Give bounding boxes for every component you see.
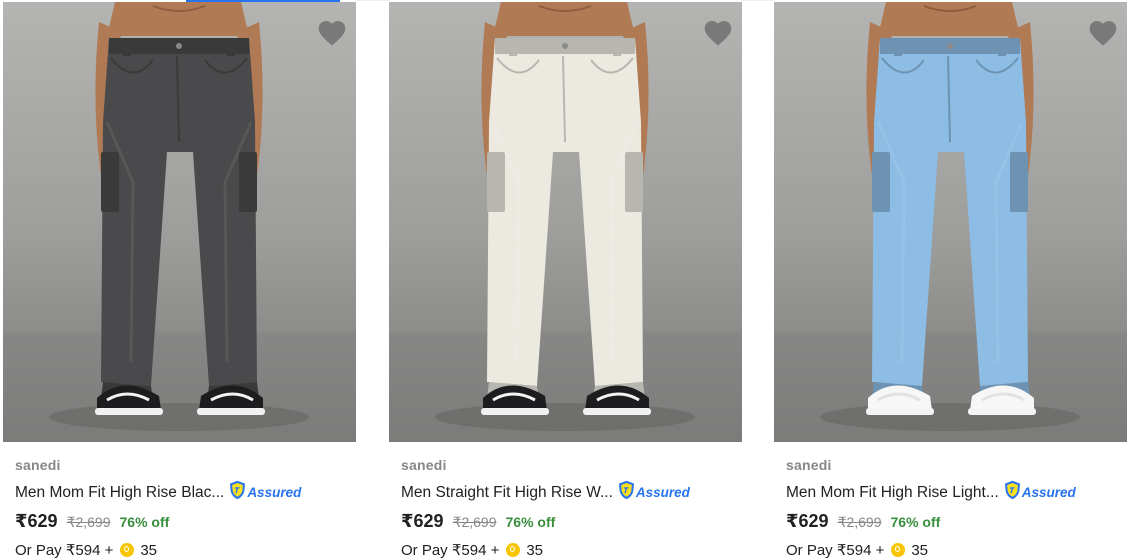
assured-label: Assured (1021, 485, 1076, 500)
product-title[interactable]: Men Straight Fit High Rise W... (401, 484, 613, 502)
supercoin-offer: Or Pay ₹594 + 35 (401, 541, 543, 559)
product-title[interactable]: Men Mom Fit High Rise Light... (786, 484, 999, 502)
price-row: ₹629 ₹2,699 76% off (15, 511, 169, 532)
product-image[interactable] (389, 2, 742, 442)
heart-icon[interactable] (316, 18, 348, 48)
product-card[interactable]: sanedi Men Straight Fit High Rise W... A… (389, 0, 742, 559)
heart-icon[interactable] (702, 18, 734, 48)
product-title-row[interactable]: Men Mom Fit High Rise Blac... Assured (15, 480, 301, 505)
price-row: ₹629 ₹2,699 76% off (401, 511, 555, 532)
product-image[interactable] (3, 2, 356, 442)
product-brand: sanedi (786, 457, 832, 473)
assured-shield-icon (618, 480, 635, 505)
original-price: ₹2,699 (66, 514, 111, 530)
assured-badge: Assured (618, 480, 690, 505)
discount-label: 76% off (119, 514, 170, 530)
product-image[interactable] (774, 2, 1127, 442)
selling-price: ₹629 (401, 511, 444, 531)
discount-label: 76% off (505, 514, 556, 530)
pay-prefix: Or Pay ₹594 + (15, 542, 114, 559)
heart-icon[interactable] (1087, 18, 1119, 48)
pay-prefix: Or Pay ₹594 + (401, 542, 500, 559)
supercoin-offer: Or Pay ₹594 + 35 (786, 541, 928, 559)
product-card[interactable]: sanedi Men Mom Fit High Rise Blac... Ass… (3, 0, 356, 559)
supercoin-offer: Or Pay ₹594 + 35 (15, 541, 157, 559)
assured-label: Assured (247, 485, 302, 500)
coin-count: 35 (911, 541, 929, 559)
coin-count: 35 (526, 541, 544, 559)
divider (741, 0, 774, 1)
product-title[interactable]: Men Mom Fit High Rise Blac... (15, 484, 224, 502)
product-title-row[interactable]: Men Mom Fit High Rise Light... Assured (786, 480, 1076, 505)
original-price: ₹2,699 (837, 514, 882, 530)
coin-count: 35 (140, 541, 158, 559)
selling-price: ₹629 (786, 511, 829, 531)
discount-label: 76% off (890, 514, 941, 530)
pay-prefix: Or Pay ₹594 + (786, 542, 885, 559)
price-row: ₹629 ₹2,699 76% off (786, 511, 940, 532)
assured-badge: Assured (229, 480, 301, 505)
product-brand: sanedi (15, 457, 61, 473)
original-price: ₹2,699 (452, 514, 497, 530)
product-card[interactable]: sanedi Men Mom Fit High Rise Light... As… (774, 0, 1127, 559)
product-title-row[interactable]: Men Straight Fit High Rise W... Assured (401, 480, 690, 505)
assured-label: Assured (635, 485, 690, 500)
selling-price: ₹629 (15, 511, 58, 531)
assured-shield-icon (229, 480, 246, 505)
product-brand: sanedi (401, 457, 447, 473)
assured-shield-icon (1004, 480, 1021, 505)
divider (355, 0, 389, 1)
assured-badge: Assured (1004, 480, 1076, 505)
